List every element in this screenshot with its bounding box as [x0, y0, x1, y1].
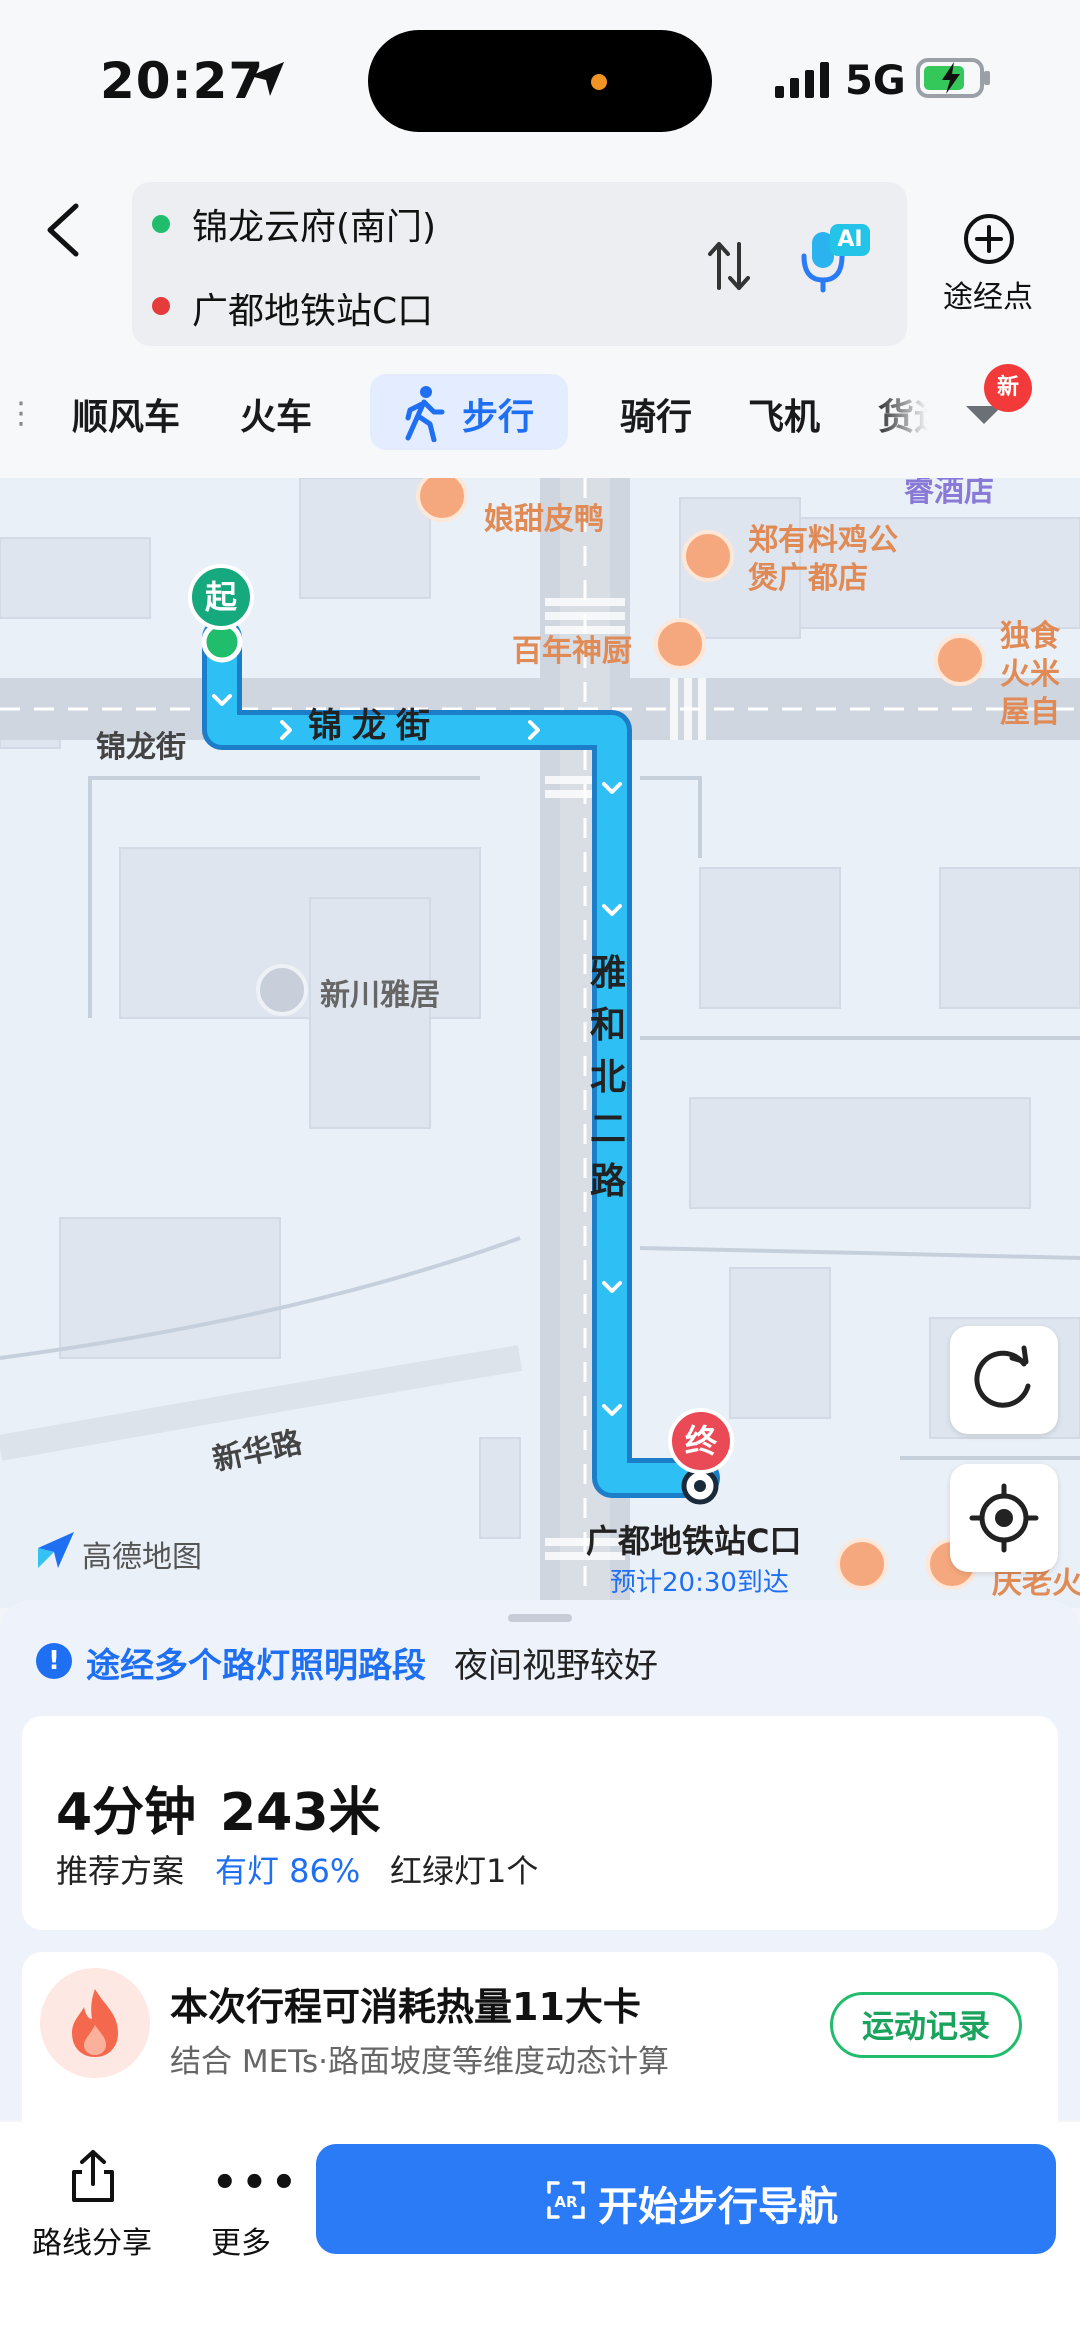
map-logo-text: 高德地图	[82, 1540, 202, 1575]
end-location-label: 广都地铁站C口	[586, 1522, 802, 1560]
eta-label: 预计20:30到达	[610, 1568, 789, 1598]
restaurant-poi-icon[interactable]	[654, 618, 706, 670]
recommend-label: 推荐方案	[56, 1852, 185, 1890]
exercise-record-button[interactable]: 运动记录	[830, 1992, 1022, 2058]
cellular-signal-icon	[775, 62, 829, 98]
crosshair-icon	[969, 1483, 1039, 1553]
more-label[interactable]: 更多	[196, 2218, 286, 2262]
tab-bike[interactable]: 骑行	[620, 388, 692, 440]
poi-xinchuan[interactable]: 新川雅居	[320, 970, 440, 1014]
origin-field[interactable]: 锦龙云府(南门)	[192, 198, 436, 250]
new-badge: 新	[984, 364, 1032, 412]
privacy-indicator-icon	[591, 74, 607, 90]
destination-field[interactable]: 广都地铁站C口	[192, 282, 433, 334]
locate-me-button[interactable]	[950, 1464, 1058, 1572]
start-marker[interactable]: 起	[188, 564, 254, 630]
traffic-light-count: 红绿灯1个	[390, 1852, 539, 1890]
status-time: 20:27	[100, 52, 265, 110]
residence-poi-icon[interactable]	[256, 964, 308, 1016]
road-label-yahe: 雅和北二路	[589, 953, 626, 1202]
route-distance: 243米	[220, 1783, 381, 1843]
origin-dot-icon	[152, 215, 170, 233]
walking-person-icon	[405, 386, 445, 442]
lighting-tip-highlight: 途经多个路灯照明路段	[86, 1646, 426, 1686]
swap-icon[interactable]	[704, 238, 754, 294]
add-waypoint-label[interactable]: 途经点	[936, 272, 1040, 316]
ar-icon: AR	[547, 2181, 585, 2219]
tab-walk[interactable]: 步行	[462, 388, 534, 440]
ai-badge: AI	[830, 224, 870, 256]
refresh-button[interactable]	[950, 1326, 1058, 1434]
info-icon: !	[36, 1643, 72, 1679]
flame-icon	[72, 1989, 118, 2057]
dynamic-island	[368, 30, 712, 132]
map-view[interactable]: 娘甜皮鸭 郑有料鸡公煲广都店 百年神厨 独食火米屋自 睿酒店 新川雅居 锦龙街 …	[0, 478, 1080, 1608]
share-icon[interactable]	[68, 2148, 118, 2204]
battery-charging-icon	[916, 58, 990, 98]
road-label-jinlong: 锦龙街	[308, 706, 440, 746]
tabs-overflow-indicator: ⋮	[6, 396, 36, 431]
svg-text:AR: AR	[554, 2193, 578, 2211]
network-type: 5G	[845, 58, 906, 104]
route-duration: 4分钟	[56, 1783, 197, 1843]
back-icon[interactable]	[40, 200, 90, 260]
calorie-subtitle: 结合 METs·路面坡度等维度动态计算	[170, 2044, 669, 2080]
start-navigation-label[interactable]: 开始步行导航	[598, 2174, 838, 2232]
share-route-label[interactable]: 路线分享	[30, 2218, 154, 2262]
destination-dot-icon	[152, 297, 170, 315]
restaurant-poi-icon[interactable]	[682, 530, 734, 582]
restaurant-poi-icon[interactable]	[836, 1538, 888, 1590]
add-waypoint-icon[interactable]	[962, 212, 1016, 266]
amap-logo-icon	[38, 1532, 74, 1568]
poi-chef[interactable]: 百年神厨	[512, 626, 632, 670]
lighting-tip-text: 夜间视野较好	[454, 1646, 658, 1686]
poi-zheng-chicken[interactable]: 郑有料鸡公煲广都店	[748, 522, 918, 598]
end-marker[interactable]: 终	[668, 1408, 734, 1474]
restaurant-poi-icon[interactable]	[934, 634, 986, 686]
tab-rideshare[interactable]: 顺风车	[72, 388, 180, 440]
road-label-jinlong-side: 锦龙街	[96, 730, 186, 765]
more-icon[interactable]: •••	[212, 2160, 301, 2206]
tab-plane[interactable]: 飞机	[748, 388, 820, 440]
tab-train[interactable]: 火车	[240, 388, 312, 440]
location-arrow-icon	[250, 62, 284, 96]
poi-hotel[interactable]: 睿酒店	[904, 478, 994, 510]
poi-duxian[interactable]: 独食火米屋自	[1000, 618, 1080, 732]
poi-sweet-duck[interactable]: 娘甜皮鸭	[484, 494, 604, 538]
tabs-fade	[872, 370, 942, 460]
lit-percentage: 有灯 86%	[215, 1852, 361, 1890]
calorie-title: 本次行程可消耗热量11大卡	[170, 1985, 641, 2029]
refresh-icon	[974, 1345, 1031, 1408]
sheet-drag-handle[interactable]	[508, 1614, 572, 1622]
